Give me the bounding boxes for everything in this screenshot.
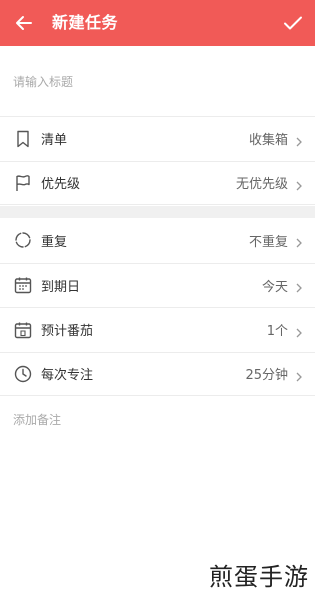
add-note-field[interactable]: 添加备注	[13, 411, 61, 428]
chevron-right-icon	[293, 234, 305, 248]
section-divider	[0, 206, 315, 218]
pomodoro-calendar-icon	[13, 320, 33, 340]
chevron-right-icon	[293, 279, 305, 293]
chevron-right-icon	[293, 177, 305, 191]
focus-duration-label: 每次专注	[41, 368, 94, 384]
list-row[interactable]: 清单 收集箱	[0, 116, 315, 161]
estimated-pomodoro-value: 1个	[266, 324, 288, 340]
due-date-value: 今天	[261, 279, 288, 295]
task-settings-group-2: 重复 不重复 到期日 今天 预计番茄 1个 每次专注 25分钟	[0, 218, 315, 396]
watermark: 煎蛋手游	[209, 563, 309, 591]
repeat-value: 不重复	[248, 234, 288, 250]
estimated-pomodoro-row[interactable]: 预计番茄 1个	[0, 307, 315, 352]
page-title: 新建任务	[52, 13, 119, 32]
repeat-row[interactable]: 重复 不重复	[0, 218, 315, 263]
list-label: 清单	[41, 133, 68, 149]
arrow-left-icon[interactable]	[12, 11, 36, 35]
repeat-icon	[13, 230, 33, 250]
focus-duration-value: 25分钟	[245, 368, 288, 384]
priority-value: 无优先级	[235, 177, 288, 193]
due-date-label: 到期日	[41, 279, 81, 295]
focus-duration-row[interactable]: 每次专注 25分钟	[0, 351, 315, 396]
clock-icon	[13, 364, 33, 384]
app-bar: 新建任务	[0, 0, 315, 46]
due-date-row[interactable]: 到期日 今天	[0, 262, 315, 308]
calendar-icon	[13, 275, 33, 295]
chevron-right-icon	[293, 368, 305, 382]
chevron-right-icon	[293, 133, 305, 147]
flag-icon	[13, 173, 33, 193]
check-icon[interactable]	[281, 11, 305, 35]
estimated-pomodoro-label: 预计番茄	[41, 324, 94, 340]
chevron-right-icon	[293, 324, 305, 338]
task-settings-group-1: 清单 收集箱 优先级 无优先级	[0, 116, 315, 205]
list-value: 收集箱	[248, 133, 288, 149]
bookmark-icon	[13, 129, 33, 149]
priority-row[interactable]: 优先级 无优先级	[0, 160, 315, 205]
repeat-label: 重复	[41, 234, 68, 250]
title-input[interactable]	[13, 70, 303, 94]
priority-label: 优先级	[41, 177, 81, 193]
